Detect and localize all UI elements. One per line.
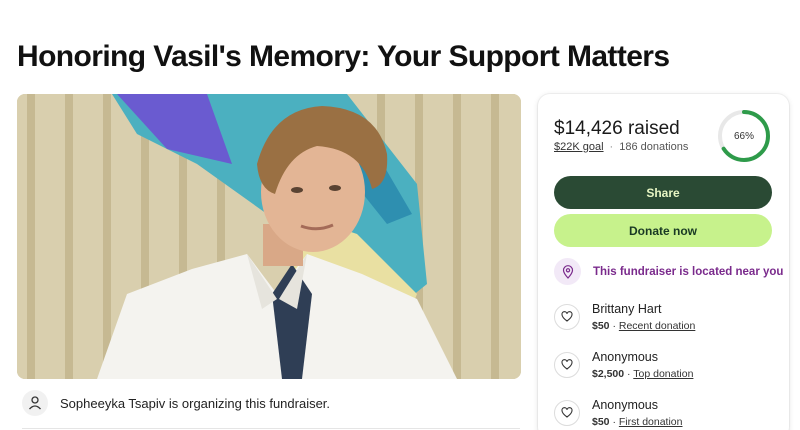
organizer-row: Sopheeyka Tsapiv is organizing this fund…: [22, 390, 520, 416]
donation-sidebar-card: $14,426 raised $22K goal · 186 donations…: [538, 94, 789, 430]
heart-hand-icon: [554, 352, 580, 378]
donation-item: Anonymous $50 · First donation: [554, 398, 683, 428]
page-title: Honoring Vasil's Memory: Your Support Ma…: [17, 40, 670, 73]
goal-row: $22K goal · 186 donations: [554, 141, 688, 153]
separator-dot: ·: [612, 416, 616, 428]
donation-amount: $50: [592, 416, 610, 428]
donation-tag-link[interactable]: First donation: [619, 416, 683, 428]
donation-amount: $2,500: [592, 368, 625, 380]
raised-amount-text: $14,426 raised: [554, 118, 680, 140]
divider: [22, 428, 520, 429]
location-notice-text: This fundraiser is located near you: [593, 265, 784, 278]
donation-item: Anonymous $2,500 · Top donation: [554, 350, 693, 380]
donate-now-button[interactable]: Donate now: [554, 214, 772, 247]
person-icon: [22, 390, 48, 416]
progress-percent: 66%: [733, 130, 754, 142]
donation-item: Brittany Hart $50 · Recent donation: [554, 302, 695, 332]
donation-amount: $50: [592, 320, 610, 332]
donation-tag-link[interactable]: Recent donation: [619, 320, 695, 332]
separator-dot: ·: [627, 368, 631, 380]
goal-link[interactable]: $22K goal: [554, 141, 604, 153]
organizer-text: Sopheeyka Tsapiv is organizing this fund…: [60, 395, 331, 411]
raised-suffix: raised: [627, 118, 680, 139]
heart-hand-icon: [554, 400, 580, 426]
heart-hand-icon: [554, 304, 580, 330]
location-notice: This fundraiser is located near you: [554, 258, 783, 285]
share-button[interactable]: Share: [554, 176, 772, 209]
donations-count: 186 donations: [619, 141, 689, 153]
donor-name: Anonymous: [592, 350, 659, 364]
fundraiser-hero-image[interactable]: [17, 94, 521, 379]
location-pin-icon: [554, 258, 581, 285]
donation-tag-link[interactable]: Top donation: [633, 368, 693, 380]
donor-name: Anonymous: [592, 398, 659, 412]
raised-amount: $14,426: [554, 118, 623, 139]
separator-dot: ·: [612, 320, 616, 332]
donor-name: Brittany Hart: [592, 302, 662, 316]
separator-dot: ·: [609, 141, 614, 153]
